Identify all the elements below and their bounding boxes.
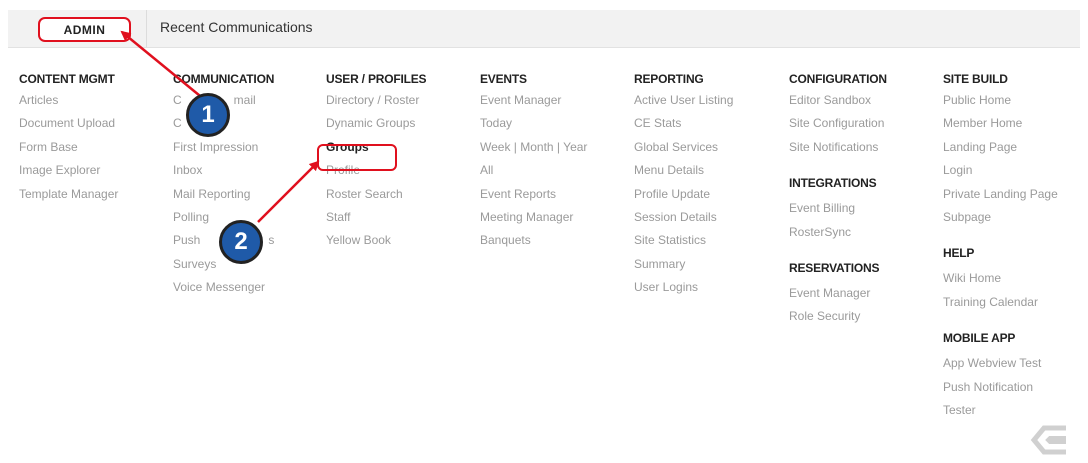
step-badge-1: 1 bbox=[186, 93, 230, 137]
arrow-1 bbox=[120, 30, 206, 101]
arrow-2 bbox=[257, 160, 320, 223]
step-badge-2: 2 bbox=[219, 220, 263, 264]
callout-arrows bbox=[120, 30, 320, 223]
logo-icon bbox=[1030, 425, 1066, 455]
